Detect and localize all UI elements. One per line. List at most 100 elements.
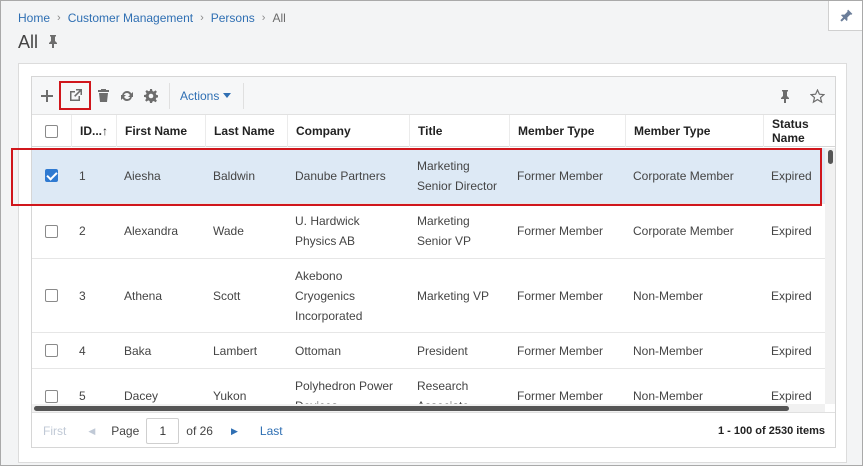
- breadcrumb-persons[interactable]: Persons: [211, 11, 255, 25]
- column-header-company[interactable]: Company: [287, 115, 409, 147]
- cell-company-line: Polyhedron Power: [295, 379, 394, 393]
- item-count: 1 - 100 of 2530 items: [717, 425, 825, 437]
- toolbar-divider: [243, 82, 245, 109]
- row-select-cell[interactable]: [32, 333, 71, 368]
- chevron-right-icon: ›: [200, 12, 204, 24]
- cell-member-type: Former Member: [517, 224, 604, 238]
- cell-company-line: Ottoman: [295, 343, 342, 358]
- column-header-status-name[interactable]: Status Name: [763, 115, 835, 147]
- row-select-cell[interactable]: [32, 259, 71, 332]
- cell-member-type: Former Member: [517, 343, 604, 358]
- breadcrumb-home[interactable]: Home: [18, 11, 50, 25]
- cell-company: Ottoman: [287, 333, 409, 368]
- cell-company: U. Hardwick Physics AB: [287, 204, 409, 258]
- cell-company-line: Akebono: [295, 268, 343, 283]
- last-page-link[interactable]: Last: [260, 424, 283, 438]
- first-page-link[interactable]: First: [43, 424, 66, 438]
- page-title: All: [18, 32, 39, 52]
- row-select-cell[interactable]: [32, 204, 71, 258]
- cell-title-line: Senior Director: [417, 178, 498, 193]
- row-select-cell[interactable]: [32, 369, 71, 404]
- persons-grid: Actions ID...↑ First Name Last Name Comp…: [31, 76, 836, 448]
- cell-title-line: Marketing: [417, 214, 470, 228]
- cell-title-line: Marketing VP: [417, 288, 490, 303]
- cell-company: Polyhedron Power Devices: [287, 369, 409, 404]
- grid-toolbar: Actions: [32, 77, 835, 115]
- cell-company-line: Danube Partners: [295, 168, 386, 183]
- column-header-first-name[interactable]: First Name: [116, 115, 205, 147]
- table-row[interactable]: 1 Aiesha Baldwin Danube Partners Marketi…: [32, 148, 825, 204]
- cell-title-line: President: [417, 343, 468, 358]
- table-row[interactable]: 2 Alexandra Wade U. Hardwick Physics AB …: [32, 204, 825, 259]
- row-select-cell[interactable]: [32, 148, 71, 203]
- pin-grid-button[interactable]: [773, 84, 797, 108]
- select-all-checkbox[interactable]: [45, 124, 58, 138]
- vertical-scrollbar[interactable]: [825, 148, 835, 404]
- breadcrumb: Home › Customer Management › Persons › A…: [18, 11, 286, 25]
- column-header-member-type[interactable]: Member Type: [509, 115, 625, 147]
- toolbar-right: [773, 84, 829, 108]
- table-row[interactable]: 4 Baka Lambert Ottoman President Former …: [32, 333, 825, 369]
- toolbar-divider: [169, 82, 170, 109]
- cell-company: Akebono Cryogenics Incorporated: [287, 259, 409, 332]
- row-checkbox[interactable]: [45, 224, 58, 238]
- table-row[interactable]: 5 Dacey Yukon Polyhedron Power Devices R…: [32, 369, 825, 404]
- cell-member-type-2: Non-Member: [633, 288, 704, 303]
- cell-last-name: Wade: [213, 224, 244, 238]
- cell-id: 2: [79, 224, 86, 238]
- vertical-scroll-thumb[interactable]: [828, 150, 833, 164]
- page-number-input[interactable]: [146, 418, 180, 444]
- cell-title-line: Marketing: [417, 158, 470, 173]
- column-header-id[interactable]: ID...↑: [71, 115, 116, 147]
- gear-icon: [144, 88, 158, 103]
- cell-member-type: Former Member: [517, 389, 604, 403]
- cell-id: 3: [79, 288, 86, 303]
- cell-first-name: Baka: [124, 343, 152, 358]
- cell-title-line: Senior VP: [417, 234, 472, 248]
- cell-last-name: Lambert: [213, 343, 258, 358]
- cell-company-line: Incorporated: [295, 308, 363, 323]
- pin-icon[interactable]: [47, 32, 59, 53]
- refresh-button[interactable]: [115, 84, 139, 108]
- actions-dropdown[interactable]: Actions: [180, 88, 232, 103]
- pin-icon: [839, 9, 852, 22]
- cell-company: Danube Partners: [287, 148, 409, 203]
- column-header-member-type-2[interactable]: Member Type: [625, 115, 763, 147]
- next-page-icon[interactable]: ▶: [231, 426, 238, 437]
- delete-button[interactable]: [91, 84, 115, 108]
- breadcrumb-customer-management[interactable]: Customer Management: [68, 11, 193, 25]
- open-external-button[interactable]: [59, 81, 91, 110]
- actions-label: Actions: [180, 88, 220, 103]
- row-checkbox[interactable]: [45, 169, 58, 182]
- corner-pin-button[interactable]: [828, 1, 862, 31]
- cell-id: 1: [79, 168, 86, 183]
- cell-company-line: Devices: [295, 396, 338, 404]
- select-all-cell[interactable]: [32, 115, 71, 147]
- add-button[interactable]: [35, 84, 59, 108]
- cell-first-name: Alexandra: [124, 224, 179, 238]
- horizontal-scrollbar[interactable]: [32, 404, 825, 412]
- cell-id: 4: [79, 343, 86, 358]
- column-header-title[interactable]: Title: [409, 115, 509, 147]
- cell-member-type-2: Non-Member: [633, 389, 704, 403]
- pin-icon: [781, 90, 789, 103]
- prev-page-icon[interactable]: ◀: [88, 426, 95, 437]
- breadcrumb-current: All: [272, 11, 286, 25]
- cell-first-name: Dacey: [124, 389, 159, 403]
- add-icon: [41, 89, 53, 102]
- cell-title: President: [409, 333, 509, 368]
- horizontal-scroll-thumb[interactable]: [34, 406, 789, 411]
- table-row[interactable]: 3 Athena Scott Akebono Cryogenics Incorp…: [32, 259, 825, 333]
- column-header-last-name[interactable]: Last Name: [205, 115, 287, 147]
- cell-member-type-2: Non-Member: [633, 343, 704, 358]
- cell-company-line: Cryogenics: [295, 288, 356, 303]
- page-count-label: of 26: [186, 424, 213, 438]
- settings-button[interactable]: [139, 84, 163, 108]
- favorite-button[interactable]: [805, 84, 829, 108]
- grid-header: ID...↑ First Name Last Name Company Titl…: [32, 115, 835, 147]
- cell-company-line: Physics AB: [295, 234, 356, 248]
- row-checkbox[interactable]: [45, 289, 58, 302]
- cell-title-line: Research: [417, 379, 469, 393]
- row-checkbox[interactable]: [45, 389, 58, 403]
- row-checkbox[interactable]: [45, 344, 58, 357]
